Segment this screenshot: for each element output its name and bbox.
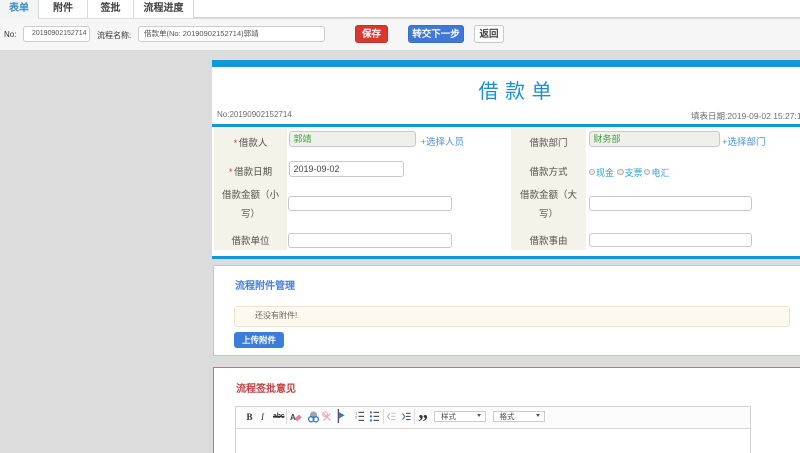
- svg-text:2: 2: [355, 415, 358, 420]
